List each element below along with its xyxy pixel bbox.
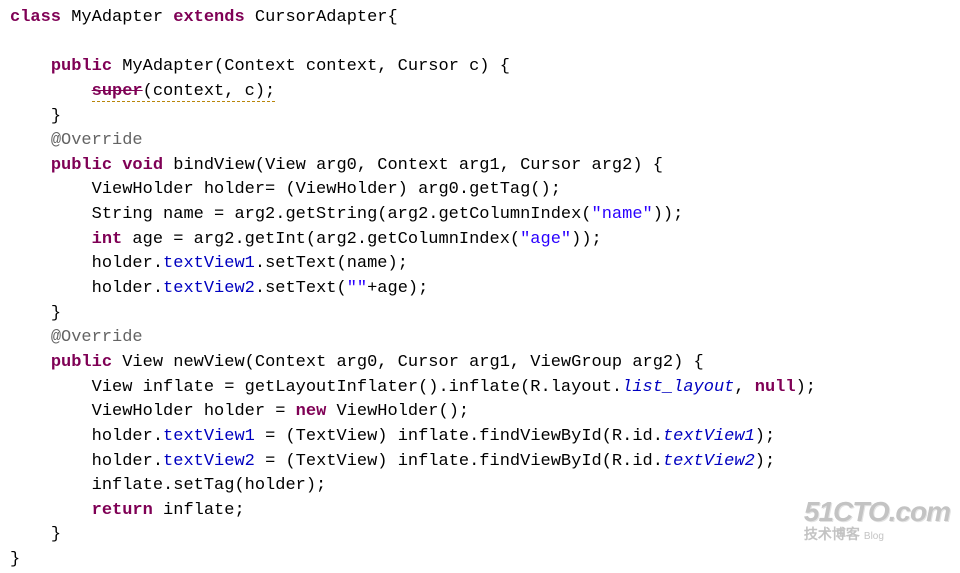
field-ref: textView1 xyxy=(163,427,255,446)
watermark: 51CTO.com 技术博客Blog xyxy=(804,498,950,545)
field-ref: textView1 xyxy=(163,254,255,273)
resource-ref: list_layout xyxy=(622,378,734,397)
bindview-sig: bindView(View arg0, Context arg1, Cursor… xyxy=(173,156,663,175)
code-editor: class MyAdapter extends CursorAdapter{ p… xyxy=(10,6,960,573)
watermark-sub: 技术博客Blog xyxy=(804,524,950,545)
string-literal: "" xyxy=(347,279,367,298)
string-literal: "age" xyxy=(520,230,571,249)
resource-ref: textView1 xyxy=(663,427,755,446)
field-ref: textView2 xyxy=(163,452,255,471)
deprecated-call: super(context, c); xyxy=(92,82,276,102)
class-name: MyAdapter xyxy=(71,8,163,27)
annotation-override: @Override xyxy=(51,328,143,347)
ctor-sig: MyAdapter(Context context, Cursor c) { xyxy=(122,57,510,76)
kw-super: super xyxy=(92,82,143,101)
super-type: CursorAdapter xyxy=(255,8,388,27)
field-ref: textView2 xyxy=(163,279,255,298)
kw-extends: extends xyxy=(173,8,244,27)
string-literal: "name" xyxy=(592,205,653,224)
annotation-override: @Override xyxy=(51,131,143,150)
watermark-site: 51CTO.com xyxy=(804,498,950,526)
newview-sig: newView(Context arg0, Cursor arg1, ViewG… xyxy=(173,353,704,372)
kw-class: class xyxy=(10,8,61,27)
resource-ref: textView2 xyxy=(663,452,755,471)
kw-public: public xyxy=(51,57,112,76)
